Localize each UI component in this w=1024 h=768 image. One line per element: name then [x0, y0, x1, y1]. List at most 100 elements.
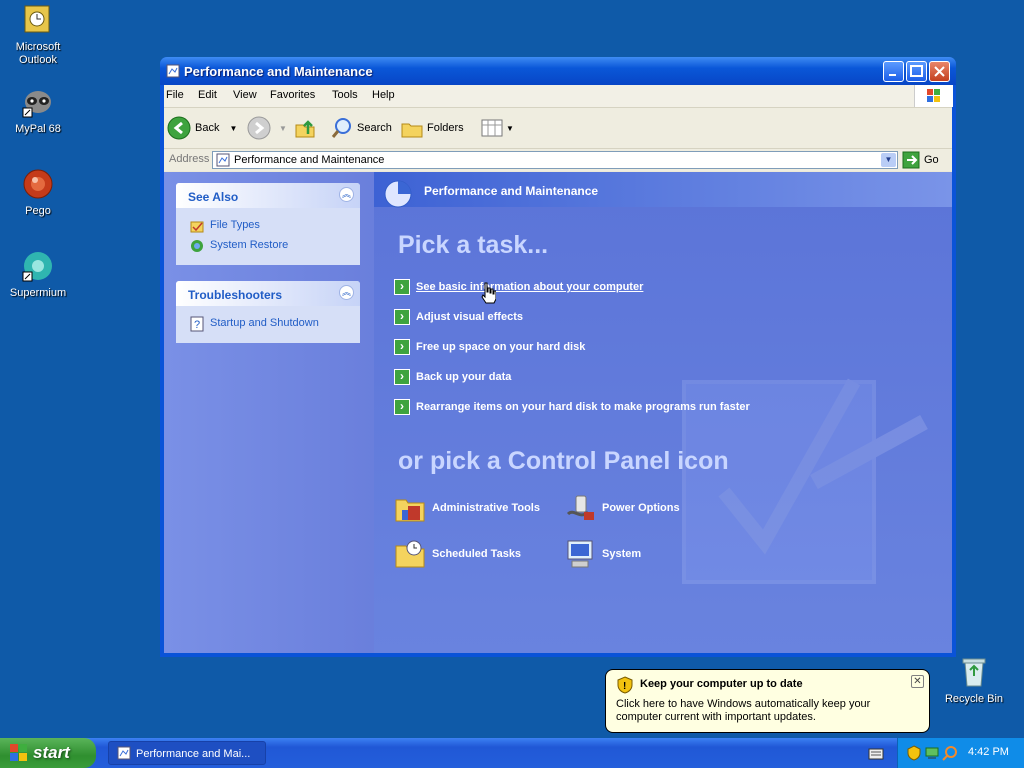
balloon-body: Click here to have Windows automatically…: [616, 698, 871, 723]
forward-button[interactable]: ▼: [247, 116, 287, 140]
back-label: Back: [195, 122, 220, 134]
forward-dropdown-icon[interactable]: ▼: [279, 124, 287, 133]
see-also-title: See Also: [188, 190, 239, 204]
folders-button[interactable]: Folders: [400, 116, 464, 140]
svg-text:?: ?: [194, 319, 200, 331]
notification-balloon[interactable]: ! Keep your computer up to date ✕ Click …: [605, 669, 930, 733]
recycle-bin-icon: [957, 656, 991, 690]
back-arrow-icon: [167, 116, 191, 140]
cp-icon-scheduled-tasks[interactable]: Scheduled Tasks: [394, 538, 521, 570]
task-defragment[interactable]: › Rearrange items on your hard disk to m…: [394, 398, 750, 416]
desktop-icon-label: Supermium: [9, 287, 67, 299]
main-pane: Performance and Maintenance Pick a task.…: [374, 172, 952, 653]
desktop-icon-label: Microsoft Outlook: [15, 41, 61, 66]
menu-tools[interactable]: Tools: [332, 89, 358, 101]
troubleshooters-title: Troubleshooters: [188, 288, 283, 302]
network-icon[interactable]: [924, 745, 940, 761]
category-pie-icon: [382, 176, 414, 208]
minimize-button[interactable]: [883, 61, 904, 82]
security-shield-icon[interactable]: [906, 745, 922, 761]
task-free-up-space[interactable]: › Free up space on your hard disk: [394, 338, 585, 356]
clock[interactable]: 4:42 PM: [968, 746, 1009, 758]
address-field[interactable]: Performance and Maintenance ▼: [212, 151, 898, 169]
cp-icon-power-options[interactable]: Power Options: [564, 492, 680, 524]
desktop-icon-label: Recycle Bin: [944, 693, 1004, 705]
explorer-window: Performance and Maintenance File Edit Vi…: [160, 57, 956, 657]
task-back-up-data[interactable]: › Back up your data: [394, 368, 511, 386]
window-title: Performance and Maintenance: [184, 64, 373, 79]
address-page-icon: [216, 153, 230, 170]
balloon-close-button[interactable]: ✕: [911, 675, 924, 688]
administrative-tools-icon: [395, 499, 425, 522]
desktop-icon-mypal[interactable]: MyPal 68: [0, 86, 76, 135]
task-label: See basic information about your compute…: [416, 281, 644, 293]
window-icon: [166, 64, 180, 78]
desktop-icon-label: MyPal 68: [15, 123, 61, 135]
see-also-panel: See Also ︽ File Types System Restore: [176, 183, 360, 265]
up-folder-button[interactable]: [293, 116, 317, 140]
green-arrow-icon: ›: [394, 399, 410, 415]
system-restore-icon: [190, 239, 204, 253]
forward-arrow-icon: [247, 116, 271, 140]
address-label: Address: [169, 153, 210, 165]
go-button[interactable]: Go: [902, 151, 939, 169]
see-also-link-file-types[interactable]: File Types: [210, 219, 260, 231]
desktop-icon-recycle-bin[interactable]: Recycle Bin: [936, 656, 1012, 705]
menu-view[interactable]: View: [233, 89, 257, 101]
taskbar-item-performance[interactable]: Performance and Mai...: [108, 741, 266, 765]
cp-icon-system[interactable]: System: [564, 538, 641, 570]
supermium-icon: [21, 250, 55, 284]
see-also-link-system-restore[interactable]: System Restore: [210, 239, 288, 251]
hand-cursor-icon: [481, 282, 496, 304]
collapse-chevron-icon[interactable]: ︽: [339, 187, 354, 202]
scheduled-tasks-icon: [395, 540, 425, 568]
task-see-basic-info[interactable]: › See basic information about your compu…: [394, 278, 643, 296]
raccoon-icon: [21, 86, 55, 120]
pego-icon: [21, 168, 55, 202]
go-arrow-icon: [902, 151, 920, 169]
system-icon: [567, 540, 593, 568]
search-tray-icon[interactable]: [942, 745, 958, 761]
views-button[interactable]: ▼: [480, 116, 514, 140]
desktop-icon-outlook[interactable]: Microsoft Outlook: [0, 4, 76, 67]
green-arrow-icon: ›: [394, 339, 410, 355]
folders-icon: [401, 123, 423, 138]
power-options-icon: [566, 495, 594, 520]
cp-icon-administrative-tools[interactable]: Administrative Tools: [394, 492, 540, 524]
windows-logo-icon: [914, 85, 953, 107]
back-button[interactable]: Back ▼: [167, 116, 237, 140]
menu-help[interactable]: Help: [372, 89, 395, 101]
troubleshooters-header[interactable]: Troubleshooters ︽: [176, 281, 360, 306]
shield-warning-icon: !: [617, 676, 633, 694]
pick-icon-heading: or pick a Control Panel icon: [398, 447, 729, 475]
menu-edit[interactable]: Edit: [198, 89, 217, 101]
start-button[interactable]: start: [0, 738, 96, 768]
collapse-chevron-icon[interactable]: ︽: [339, 285, 354, 300]
task-label: Rearrange items on your hard disk to mak…: [416, 401, 750, 413]
desktop-icon-pego[interactable]: Pego: [0, 168, 76, 217]
balloon-title: Keep your computer up to date: [640, 678, 803, 690]
menu-file[interactable]: File: [166, 89, 184, 101]
help-icon: ?: [190, 316, 204, 332]
desktop-icon-supermium[interactable]: Supermium: [0, 250, 76, 299]
toolbar: Back ▼ ▼ Search Folders ▼: [164, 108, 952, 149]
see-also-header[interactable]: See Also ︽: [176, 183, 360, 208]
start-label: start: [33, 743, 70, 762]
close-button[interactable]: [929, 61, 950, 82]
content-area: See Also ︽ File Types System Restore Tro…: [164, 172, 952, 653]
search-button[interactable]: Search: [330, 116, 392, 140]
svg-text:!: !: [623, 681, 626, 692]
back-dropdown-icon[interactable]: ▼: [229, 124, 237, 133]
title-bar[interactable]: Performance and Maintenance: [160, 57, 956, 85]
maximize-button[interactable]: [906, 61, 927, 82]
troubleshooter-link-startup[interactable]: Startup and Shutdown: [210, 317, 319, 329]
folders-label: Folders: [427, 122, 464, 134]
keyboard-icon[interactable]: [868, 748, 884, 760]
views-dropdown-icon: ▼: [506, 123, 514, 133]
category-header: Performance and Maintenance: [374, 172, 952, 208]
window-icon: [117, 746, 131, 760]
menu-favorites[interactable]: Favorites: [270, 89, 315, 101]
task-label: Adjust visual effects: [416, 311, 523, 323]
address-dropdown-icon[interactable]: ▼: [881, 153, 896, 167]
task-adjust-visual-effects[interactable]: › Adjust visual effects: [394, 308, 523, 326]
